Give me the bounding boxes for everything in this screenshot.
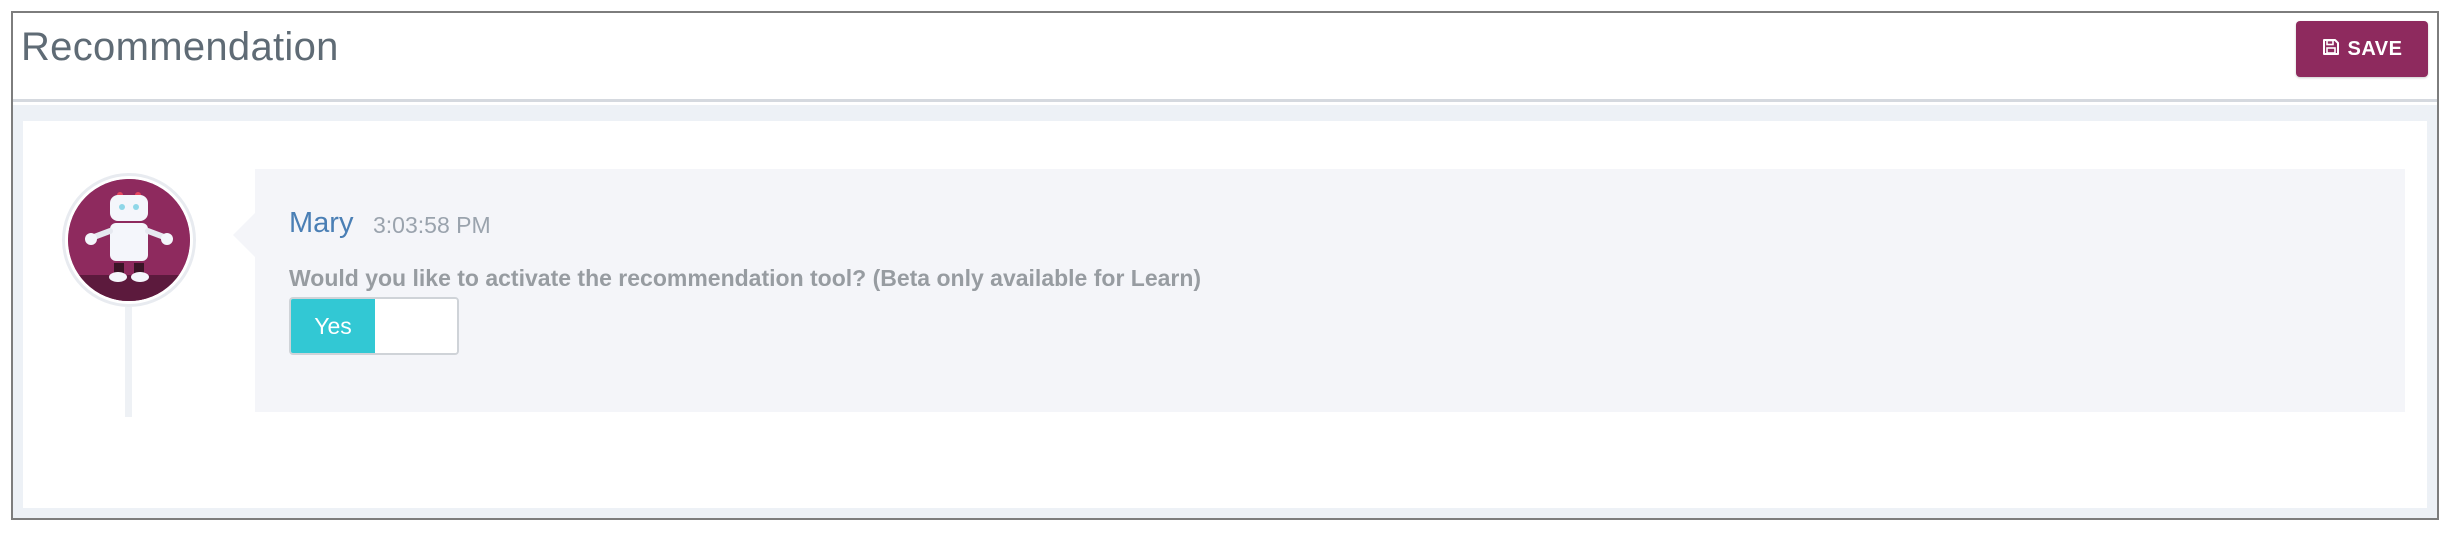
save-button[interactable]: SAVE	[2296, 21, 2428, 77]
content-area: Mary 3:03:58 PM Would you like to activa…	[13, 105, 2437, 518]
timeline-line	[125, 307, 132, 417]
message-time: 3:03:58 PM	[373, 212, 491, 238]
toggle-yes-label: Yes	[291, 299, 375, 353]
toggle-off-area	[375, 299, 457, 353]
message-bubble: Mary 3:03:58 PM Would you like to activa…	[233, 169, 2405, 412]
yes-toggle[interactable]: Yes	[289, 297, 459, 355]
page-header: Recommendation SAVE	[13, 13, 2437, 102]
avatar	[62, 173, 196, 307]
save-button-label: SAVE	[2347, 37, 2403, 60]
bubble-pointer	[233, 213, 255, 257]
sender-name: Mary	[289, 207, 354, 239]
page-title: Recommendation	[21, 25, 339, 69]
floppy-disk-icon	[2322, 38, 2340, 61]
message-card: Mary 3:03:58 PM Would you like to activa…	[23, 121, 2427, 508]
message-question: Would you like to activate the recommend…	[289, 265, 1202, 291]
app-frame: Recommendation SAVE Mary 3:03:58 PM Woul…	[11, 11, 2439, 520]
robot-icon	[68, 179, 190, 301]
